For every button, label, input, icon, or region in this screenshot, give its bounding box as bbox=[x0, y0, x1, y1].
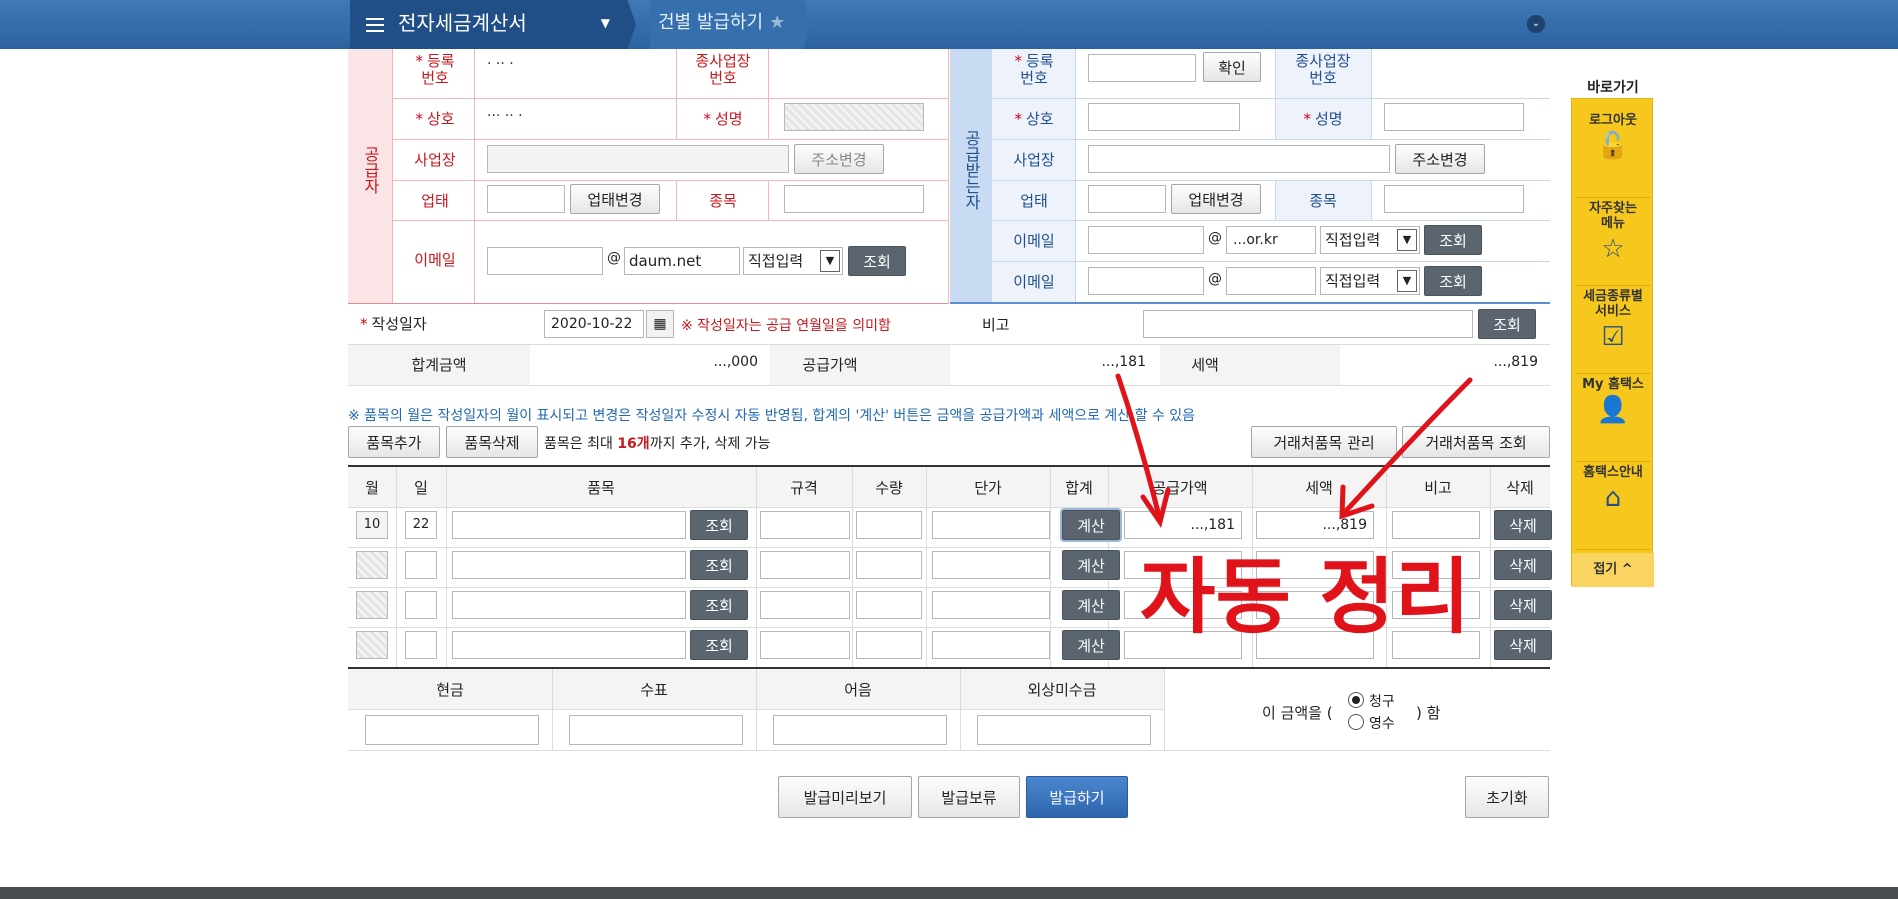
unlock-icon: 🔓 bbox=[1596, 131, 1630, 161]
quick-menu-item[interactable]: My 홈택스 👤 bbox=[1572, 377, 1654, 428]
quick-menu-item[interactable]: 자주찾는 메뉴 ☆ bbox=[1572, 201, 1654, 267]
quick-menu-divider bbox=[1576, 285, 1650, 286]
quick-menu-divider bbox=[1576, 461, 1650, 462]
annotation-arrow-1 bbox=[1115, 373, 1163, 523]
quick-menu-item-label: 로그아웃 bbox=[1589, 113, 1637, 128]
quick-menu-item-label: 세금종류별 서비스 bbox=[1583, 289, 1643, 319]
quick-menu-divider bbox=[1576, 373, 1650, 374]
home-icon: ⌂ bbox=[1604, 483, 1622, 513]
quick-menu-item-label: 홈택스안내 bbox=[1583, 465, 1643, 480]
quick-menu-item-label: 자주찾는 메뉴 bbox=[1589, 201, 1637, 231]
annotation-arrow-2 bbox=[1342, 377, 1473, 515]
quick-menu-item[interactable]: 홈택스안내 ⌂ bbox=[1572, 465, 1654, 516]
annotation-arrows bbox=[1115, 373, 1473, 529]
quick-menu-title: 바로가기 bbox=[1587, 80, 1639, 96]
quick-menu-item[interactable]: 세금종류별 서비스 ☑ bbox=[1572, 289, 1654, 355]
footer-bar bbox=[0, 887, 1898, 899]
star-icon: ☆ bbox=[1601, 234, 1625, 264]
quick-menu-item-label: My 홈택스 bbox=[1582, 377, 1644, 392]
quick-menu: 바로가기 로그아웃 🔓 자주찾는 메뉴 ☆ 세금종류별 서비스 ☑ My 홈택스 👤 홈택스안내… bbox=[1571, 80, 1654, 587]
checkbox-icon: ☑ bbox=[1601, 322, 1625, 352]
annotation-text: 자동 정리 bbox=[1140, 550, 1470, 645]
quick-menu-item[interactable]: 로그아웃 🔓 bbox=[1572, 113, 1654, 164]
quick-menu-divider bbox=[1576, 197, 1650, 198]
quick-menu-divider bbox=[1576, 549, 1650, 550]
user-icon: 👤 bbox=[1596, 395, 1630, 425]
quick-menu-collapse-button[interactable]: 접기 ^ bbox=[1572, 553, 1654, 587]
